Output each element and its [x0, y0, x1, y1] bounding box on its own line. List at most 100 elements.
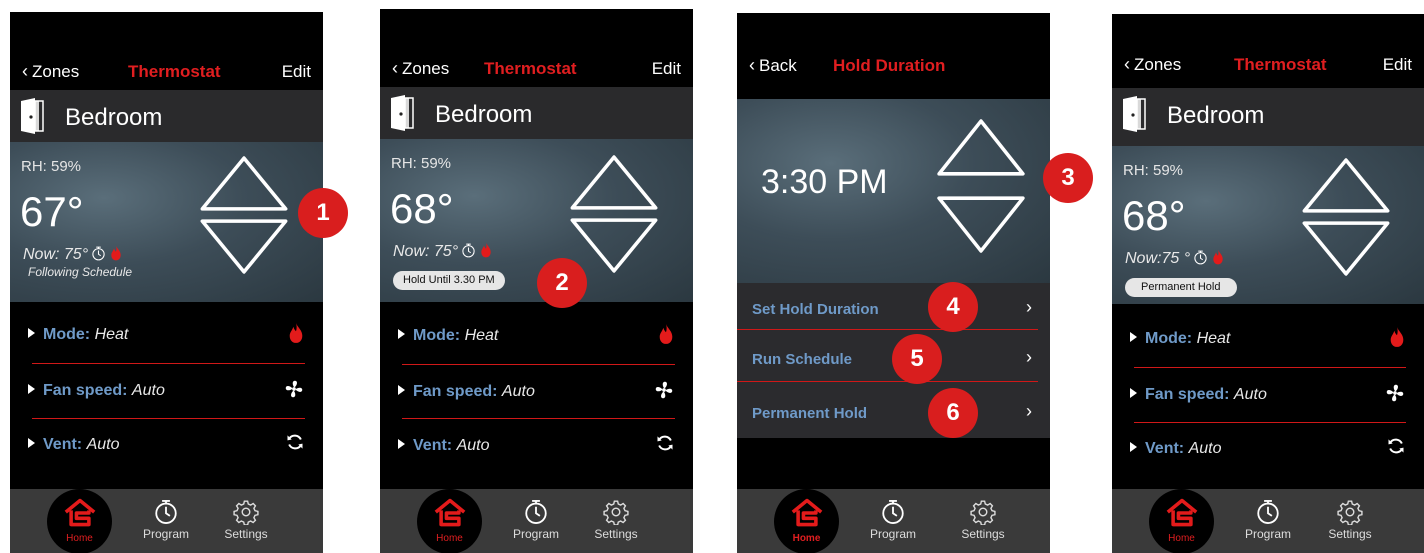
step-badge: 6	[928, 388, 978, 438]
door-icon	[20, 98, 44, 134]
flame-icon	[1388, 326, 1406, 348]
mode-row[interactable]: Mode: Heat	[380, 309, 693, 365]
vent-row[interactable]: Vent: Auto	[380, 419, 693, 475]
chevron-right-icon: ›	[1026, 401, 1032, 421]
timer-icon	[461, 243, 476, 258]
header: ‹ Zones Thermostat Edit	[10, 12, 323, 82]
nav-program[interactable]: Program	[863, 499, 923, 541]
mode-row[interactable]: Mode: Heat	[1112, 312, 1424, 368]
nav-home[interactable]: Home	[417, 489, 482, 553]
thermostat-screen-1: ‹ Zones Thermostat Edit Bedroom RH: 59% 6…	[10, 12, 323, 553]
page-title: Hold Duration	[833, 56, 946, 75]
humidity-readout: RH: 59%	[1123, 162, 1184, 179]
chevron-left-icon: ‹	[22, 61, 28, 81]
home-icon	[1164, 497, 1200, 529]
expand-triangle-icon	[1130, 388, 1137, 398]
nav-settings[interactable]: Settings	[953, 499, 1013, 541]
home-icon	[432, 497, 468, 529]
vent-row[interactable]: Vent: Auto	[1112, 422, 1424, 478]
flame-icon	[1211, 249, 1225, 265]
step-badge: 5	[892, 334, 942, 384]
edit-button[interactable]: Edit	[282, 62, 311, 82]
chevron-right-icon: ›	[1026, 347, 1032, 367]
fan-icon	[1384, 382, 1406, 404]
back-zones-button[interactable]: ‹ Zones	[1124, 54, 1181, 75]
bottom-nav: Home Program Settings	[737, 489, 1050, 553]
flame-icon	[109, 245, 123, 261]
room-name: Bedroom	[435, 101, 533, 128]
setpoint-temperature: 68°	[1122, 192, 1186, 239]
timer-icon	[880, 499, 906, 525]
fan-speed-row[interactable]: Fan speed: Auto	[1112, 368, 1424, 424]
nav-home[interactable]: Home	[1149, 489, 1214, 553]
nav-program[interactable]: Program	[136, 499, 196, 541]
header: ‹ Back Hold Duration	[737, 13, 1050, 76]
timer-icon	[523, 499, 549, 525]
humidity-readout: RH: 59%	[21, 158, 82, 175]
fan-speed-row[interactable]: Fan speed: Auto	[10, 364, 323, 420]
mode-row[interactable]: Mode: Heat	[10, 308, 323, 364]
temperature-panel: RH: 59% 67° Now: 75° Following Schedule	[10, 142, 323, 302]
chevron-left-icon: ‹	[749, 55, 755, 75]
edit-button[interactable]: Edit	[652, 59, 681, 79]
timer-icon	[91, 246, 106, 261]
temperature-panel: RH: 59% 68° Now:75 ° Permanent Hold	[1112, 146, 1424, 304]
gear-icon	[233, 499, 259, 525]
room-row[interactable]: Bedroom	[380, 87, 693, 147]
door-icon	[390, 95, 414, 131]
nav-settings[interactable]: Settings	[216, 499, 276, 541]
room-row[interactable]: Bedroom	[10, 90, 323, 150]
humidity-readout: RH: 59%	[391, 155, 452, 172]
expand-triangle-icon	[1130, 332, 1137, 342]
back-button[interactable]: ‹ Back	[749, 55, 797, 76]
fan-icon	[653, 379, 675, 401]
expand-triangle-icon	[28, 438, 35, 448]
refresh-icon	[285, 432, 305, 452]
nav-program[interactable]: Program	[1238, 499, 1298, 541]
gear-icon	[1337, 499, 1363, 525]
nav-home[interactable]: Home	[47, 489, 112, 553]
room-row[interactable]: Bedroom	[1112, 88, 1424, 148]
chevron-left-icon: ‹	[1124, 54, 1130, 74]
vent-row[interactable]: Vent: Auto	[10, 418, 323, 474]
timer-icon	[153, 499, 179, 525]
set-hold-duration-option[interactable]: Set Hold Duration ›	[737, 285, 1050, 335]
nav-home[interactable]: Home	[774, 489, 839, 553]
current-temperature: Now: 75°	[393, 242, 493, 261]
refresh-icon	[1386, 436, 1406, 456]
time-panel: 3:30 PM	[737, 99, 1050, 283]
hold-status-pill[interactable]: Permanent Hold	[1125, 278, 1237, 297]
fan-speed-row[interactable]: Fan speed: Auto	[380, 365, 693, 421]
edit-button[interactable]: Edit	[1383, 55, 1412, 75]
bottom-nav: Home Program Settings	[1112, 489, 1424, 553]
header: ‹ Zones Thermostat Edit	[380, 9, 693, 79]
temperature-up-down-arrows[interactable]	[568, 153, 660, 275]
back-zones-button[interactable]: ‹ Zones	[22, 61, 79, 82]
current-temperature: Now:75 °	[1125, 249, 1225, 268]
chevron-right-icon: ›	[1026, 297, 1032, 317]
temperature-up-down-arrows[interactable]	[198, 154, 290, 276]
timer-icon	[1255, 499, 1281, 525]
back-zones-button[interactable]: ‹ Zones	[392, 58, 449, 79]
permanent-hold-option[interactable]: Permanent Hold ›	[737, 389, 1050, 439]
header: ‹ Zones Thermostat Edit	[1112, 14, 1424, 75]
temperature-up-down-arrows[interactable]	[1300, 156, 1392, 278]
hold-status-pill[interactable]: Hold Until 3.30 PM	[393, 271, 505, 290]
time-up-down-arrows[interactable]	[935, 117, 1027, 255]
setpoint-temperature: 67°	[20, 188, 84, 235]
chevron-left-icon: ‹	[392, 58, 398, 78]
flame-icon	[657, 323, 675, 345]
hold-duration-screen: ‹ Back Hold Duration 3:30 PM Set Hold Dur…	[737, 13, 1050, 553]
page-title: Thermostat	[1234, 55, 1327, 74]
setpoint-temperature: 68°	[390, 185, 454, 232]
door-icon	[1122, 96, 1146, 132]
divider	[737, 381, 1038, 382]
nav-settings[interactable]: Settings	[586, 499, 646, 541]
home-icon	[789, 497, 825, 529]
current-temperature: Now: 75°	[23, 245, 123, 264]
nav-settings[interactable]: Settings	[1320, 499, 1380, 541]
timer-icon	[1193, 250, 1208, 265]
expand-triangle-icon	[28, 384, 35, 394]
expand-triangle-icon	[28, 328, 35, 338]
nav-program[interactable]: Program	[506, 499, 566, 541]
